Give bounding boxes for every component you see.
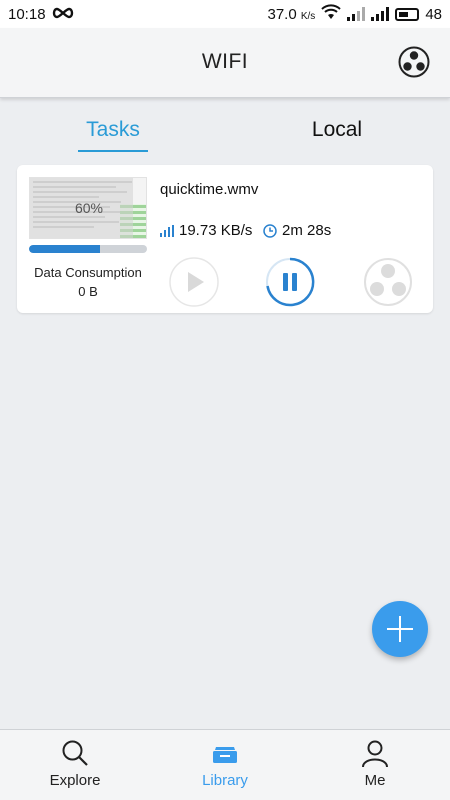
tab-local[interactable]: Local — [300, 112, 374, 148]
data-consumption-label: Data Consumption — [34, 265, 142, 280]
status-time: 10:18 — [8, 5, 46, 23]
tab-local-label: Local — [311, 118, 363, 141]
tab-tasks-label: Tasks — [86, 118, 140, 141]
download-progress-fill — [29, 245, 100, 253]
page-title: WIFI — [201, 50, 249, 73]
share-network-icon — [398, 46, 430, 78]
search-icon — [62, 740, 88, 766]
library-icon — [213, 747, 237, 763]
nav-library-label: Library — [202, 772, 248, 789]
play-icon — [169, 257, 219, 307]
infinity-icon — [52, 6, 74, 23]
nav-me-label: Me — [364, 772, 386, 789]
pause-button[interactable] — [265, 257, 315, 307]
battery-icon — [395, 7, 420, 21]
download-task-card[interactable]: 60% Data Consumption 0 B quicktime.wmv 1… — [17, 165, 433, 313]
person-icon — [362, 740, 388, 768]
status-bar: 10:18 37.0 K/s 48 — [0, 0, 450, 28]
signal-4g-icon — [347, 7, 366, 21]
tab-bar: Tasks Local — [0, 112, 450, 152]
battery-level: 48 — [425, 5, 442, 23]
app-header: WIFI — [0, 28, 450, 98]
bottom-nav: Explore Library Me — [0, 729, 450, 800]
play-button[interactable] — [169, 257, 219, 307]
speed-bars-icon — [160, 224, 174, 237]
net-speed: 37.0 K/s — [267, 5, 316, 23]
download-progress-bar — [29, 245, 147, 253]
nav-explore-label: Explore — [49, 772, 101, 789]
tab-tasks[interactable]: Tasks — [78, 112, 148, 152]
download-speed-value: 19.73 KB/s — [179, 222, 253, 239]
signal-icon — [371, 7, 390, 21]
share-task-button[interactable] — [363, 257, 413, 307]
share-network-icon — [364, 258, 412, 306]
plus-icon — [387, 616, 413, 642]
add-task-button[interactable] — [372, 601, 428, 657]
share-network-button[interactable] — [398, 46, 430, 78]
pause-icon — [266, 257, 315, 307]
nav-me[interactable]: Me — [300, 730, 450, 800]
time-remaining-value: 2m 28s — [282, 222, 332, 239]
thumbnail-progress-percent: 60% — [74, 200, 104, 216]
wifi-icon — [321, 4, 342, 24]
clock-icon — [263, 223, 277, 238]
task-filename: quicktime.wmv — [160, 181, 259, 198]
tab-active-indicator — [78, 150, 148, 152]
download-speed: 19.73 KB/s — [160, 222, 252, 239]
time-remaining: 2m 28s — [263, 222, 331, 239]
video-thumbnail: 60% — [29, 177, 147, 239]
data-consumption-value: 0 B — [78, 284, 98, 299]
nav-library[interactable]: Library — [150, 730, 300, 800]
nav-explore[interactable]: Explore — [0, 730, 150, 800]
